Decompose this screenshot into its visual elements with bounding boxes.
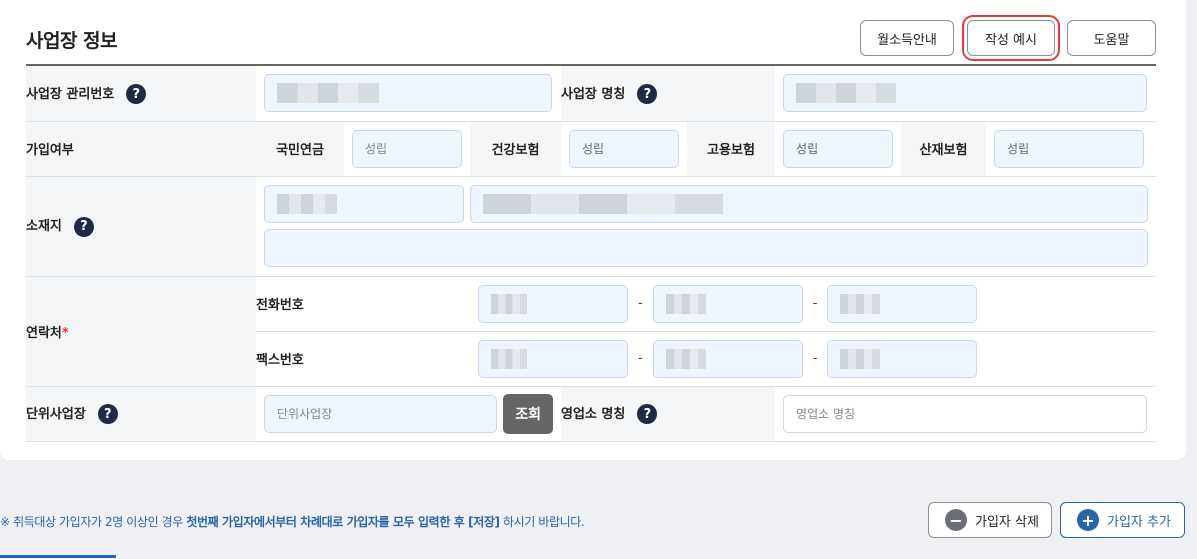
help-icon[interactable]: ? [637, 404, 658, 425]
fax-part-1[interactable] [478, 339, 628, 378]
branch-name-label: 영업소 명칭? [561, 386, 776, 442]
dash: - [638, 351, 643, 366]
address-detail-input[interactable] [264, 229, 1148, 267]
dash: - [812, 296, 818, 311]
join-status-label: 가입여부 [26, 121, 256, 177]
phone-part-1[interactable] [478, 284, 628, 323]
biz-mgmt-no-label: 사업장 관리번호? [26, 65, 256, 122]
phone-label: 전화번호 [256, 276, 470, 332]
phone-part-2[interactable] [652, 284, 803, 323]
monthly-income-guide-button[interactable]: 월소득안내 [860, 20, 954, 56]
minus-icon: − [945, 509, 967, 531]
phone-part-3[interactable] [827, 284, 978, 323]
help-icon[interactable]: ? [126, 84, 147, 104]
biz-name-label: 사업장 명칭? [561, 65, 776, 122]
industrial-label: 산재보험 [901, 121, 987, 177]
biz-mgmt-no-input[interactable] [264, 74, 552, 113]
postal-code-input[interactable] [264, 185, 464, 223]
multi-subscriber-notice: ※ 취득대상 가입자가 2명 이상인 경우 첫번째 가입자에서부터 차례대로 가… [0, 515, 585, 529]
dash: - [812, 351, 818, 366]
business-info-card: 사업장 정보 월소득안내 작성 예시 도움말 사업장 관리번호? 사업장 명칭?… [0, 0, 1186, 460]
business-info-form: 사업장 관리번호? 사업장 명칭? 가입여부 국민연금 성립 건강보험 성립 고… [26, 64, 1157, 442]
address-input[interactable] [470, 185, 1148, 223]
fax-part-2[interactable] [652, 339, 803, 378]
biz-name-input[interactable] [783, 74, 1148, 113]
plus-icon: + [1077, 509, 1099, 531]
help-icon[interactable]: ? [97, 404, 118, 425]
search-button[interactable]: 조회 [503, 393, 554, 434]
help-icon[interactable]: ? [637, 84, 658, 104]
employment-label: 고용보험 [687, 121, 776, 177]
unit-biz-input[interactable]: 단위사업장 [264, 394, 498, 433]
industrial-status-field[interactable]: 성립 [994, 129, 1145, 168]
contact-label: 연락처* [26, 276, 256, 387]
help-icon[interactable]: ? [73, 216, 94, 237]
active-tab-indicator [0, 555, 116, 558]
dash: - [638, 296, 643, 311]
example-button[interactable]: 작성 예시 [962, 15, 1060, 61]
health-label: 건강보험 [470, 121, 562, 177]
section-title: 사업장 정보 [26, 30, 118, 52]
pension-status-field[interactable]: 성립 [352, 129, 462, 168]
help-button[interactable]: 도움말 [1067, 20, 1156, 56]
health-status-field[interactable]: 성립 [569, 129, 680, 168]
add-subscriber-button[interactable]: + 가입자 추가 [1060, 502, 1185, 538]
location-label: 소재지? [26, 176, 256, 277]
delete-subscriber-button[interactable]: − 가입자 삭제 [928, 502, 1052, 538]
pension-label: 국민연금 [256, 121, 344, 177]
fax-part-3[interactable] [827, 339, 978, 378]
branch-name-input[interactable]: 영업소 명칭 [783, 394, 1148, 433]
fax-label: 팩스번호 [256, 331, 470, 387]
unit-biz-label: 단위사업장? [26, 386, 256, 442]
employment-status-field[interactable]: 성립 [783, 129, 894, 168]
